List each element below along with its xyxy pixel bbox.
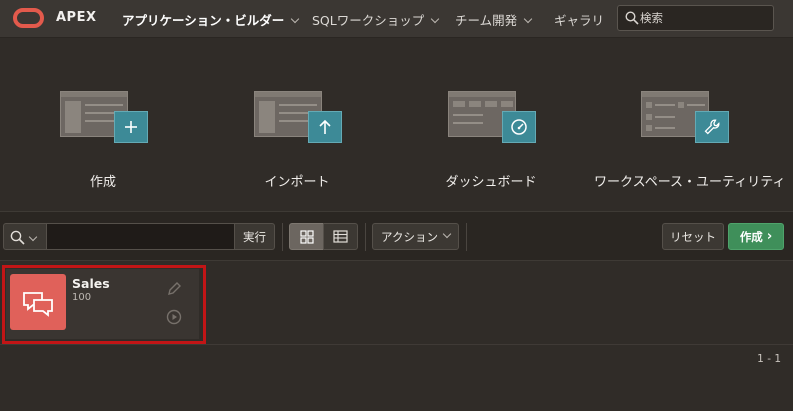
app-id: 100 [72, 292, 92, 303]
tile-dashboard[interactable]: ダッシュボード [401, 91, 581, 190]
wrench-icon [695, 111, 729, 143]
chat-bubbles-icon [23, 292, 53, 317]
pencil-icon [168, 282, 181, 295]
nav-app-builder[interactable]: アプリケーション・ビルダー [122, 10, 300, 29]
gauge-icon [502, 111, 536, 143]
pagination-label: 1 - 1 [757, 353, 781, 365]
report-view-icon [333, 230, 348, 243]
icon-view-button[interactable] [289, 223, 324, 250]
top-navigation-bar: APEX アプリケーション・ビルダー SQLワークショップ チーム開発 ギャラリ [0, 0, 793, 38]
edit-app-button[interactable] [166, 281, 182, 301]
grid-view-icon [299, 229, 314, 244]
search-icon [625, 11, 639, 25]
global-search-input[interactable] [640, 9, 770, 27]
app-name[interactable]: Sales [72, 276, 110, 291]
nav-sql-workshop[interactable]: SQLワークショップ [312, 10, 440, 29]
divider [365, 223, 366, 251]
hero-actions: 作成 インポート ダッシュボード ワークスペース・ユーティリティ [0, 39, 793, 211]
search-icon [10, 230, 25, 245]
run-button[interactable]: 実行 [234, 223, 275, 250]
global-search[interactable] [617, 5, 774, 31]
divider [0, 344, 793, 345]
chevron-down-icon [523, 14, 533, 24]
divider [282, 223, 283, 251]
tile-import[interactable]: インポート [207, 91, 387, 190]
app-card[interactable]: Sales 100 [6, 269, 199, 339]
tile-label: ダッシュボード [445, 175, 537, 190]
tile-label: 作成 [89, 175, 116, 190]
brand-name[interactable]: APEX [56, 10, 97, 25]
chevron-down-icon [442, 229, 452, 238]
tile-label: ワークスペース・ユーティリティ [594, 175, 786, 190]
create-button[interactable]: 作成 › [728, 223, 784, 250]
nav-team-development[interactable]: チーム開発 [455, 10, 533, 29]
reset-button[interactable]: リセット [662, 223, 724, 250]
report-search-input[interactable] [47, 223, 234, 250]
tile-create[interactable]: 作成 [13, 91, 193, 190]
tile-label: インポート [264, 175, 330, 190]
chevron-down-icon [431, 14, 440, 24]
report-view-button[interactable] [323, 223, 358, 250]
oracle-logo-icon[interactable] [13, 8, 44, 28]
chevron-right-icon: › [766, 229, 773, 244]
search-column-button[interactable] [3, 223, 47, 250]
nav-gallery[interactable]: ギャラリ [554, 10, 604, 29]
app-icon[interactable] [10, 274, 66, 330]
upload-arrow-icon [308, 111, 342, 143]
play-icon [166, 309, 182, 325]
divider [466, 223, 467, 251]
applications-grid: Sales 100 1 - 1 [0, 262, 793, 411]
chevron-down-icon [28, 232, 38, 242]
actions-menu-button[interactable]: アクション [372, 223, 459, 250]
plus-icon [114, 111, 148, 143]
run-app-button[interactable] [166, 309, 182, 329]
report-toolbar: 実行 アクション リセット 作成 › [0, 211, 793, 261]
chevron-down-icon [291, 14, 300, 24]
tile-workspace-utilities[interactable]: ワークスペース・ユーティリティ [594, 91, 786, 190]
